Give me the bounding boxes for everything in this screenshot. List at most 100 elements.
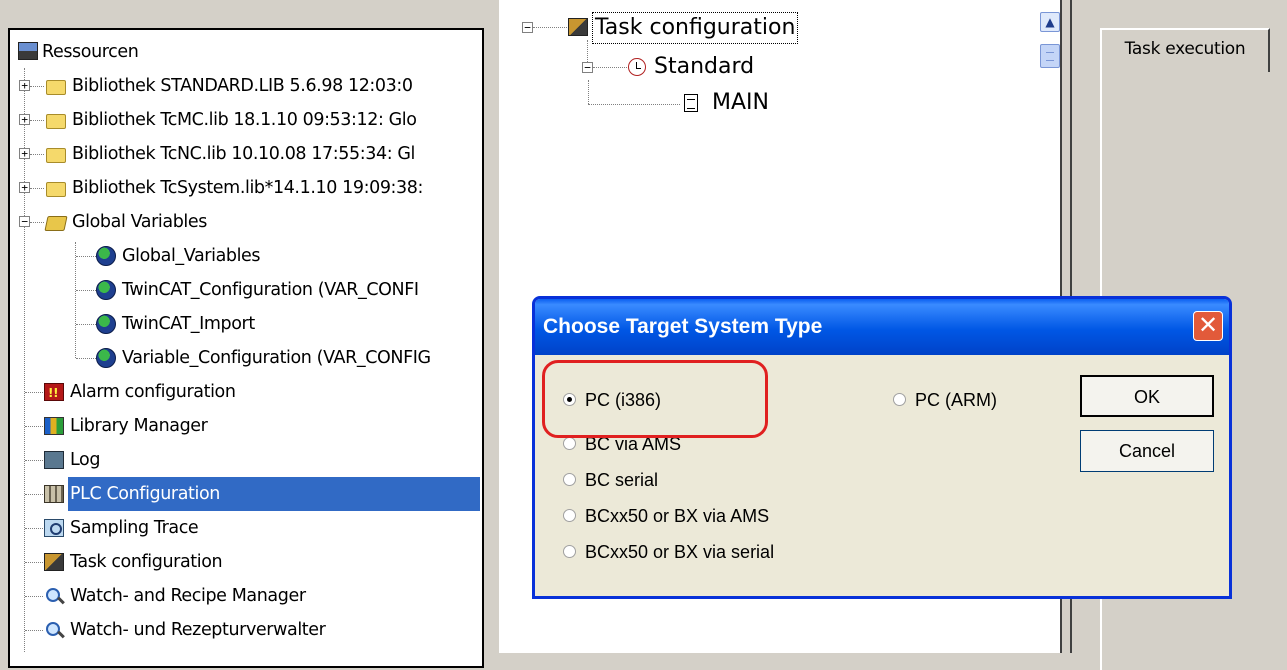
globe-icon bbox=[96, 246, 116, 266]
radio-bc-serial[interactable]: BC serial bbox=[563, 465, 783, 495]
tree-item-variable-configuration[interactable]: Variable_Configuration (VAR_CONFIG bbox=[10, 341, 480, 375]
tree-connector bbox=[76, 290, 96, 291]
ok-button[interactable]: OK bbox=[1080, 375, 1214, 417]
tab-task-execution[interactable]: Task execution bbox=[1100, 28, 1270, 72]
tree-connector bbox=[25, 392, 43, 393]
tree-item-label: Library Manager bbox=[70, 416, 208, 436]
document-icon bbox=[684, 94, 698, 112]
folder-icon bbox=[46, 114, 66, 129]
folder-icon bbox=[46, 80, 66, 95]
tree-item-label: Log bbox=[70, 450, 101, 470]
highlight-annotation bbox=[542, 360, 768, 438]
globe-icon bbox=[96, 280, 116, 300]
tree-connector bbox=[588, 80, 589, 104]
tree-item-label: TwinCAT_Import bbox=[122, 314, 255, 334]
collapse-icon[interactable]: − bbox=[582, 62, 593, 73]
expand-icon[interactable]: + bbox=[19, 148, 30, 159]
tree-item-label: Bibliothek TcMC.lib 18.1.10 09:53:12: Gl… bbox=[72, 110, 417, 130]
tree-item-alarm-configuration[interactable]: Alarm configuration bbox=[10, 375, 480, 410]
plc-configuration-icon bbox=[44, 485, 64, 503]
tree-connector bbox=[76, 358, 96, 359]
tree-item-library-tcmc[interactable]: + Bibliothek TcMC.lib 18.1.10 09:53:12: … bbox=[10, 103, 480, 137]
tree-connector bbox=[25, 426, 43, 427]
log-icon bbox=[44, 451, 64, 469]
close-icon[interactable]: ✕ bbox=[1193, 311, 1223, 341]
tree-item-label: Watch- und Rezepturverwalter bbox=[70, 620, 326, 640]
radio-button[interactable] bbox=[563, 509, 576, 522]
tree-connector bbox=[30, 188, 44, 189]
expand-icon[interactable]: + bbox=[19, 182, 30, 193]
tree-connector bbox=[593, 67, 627, 68]
radio-button[interactable] bbox=[563, 545, 576, 558]
tree-item-label: Bibliothek TcNC.lib 10.10.08 17:55:34: G… bbox=[72, 144, 415, 164]
tree-item-label: Task configuration bbox=[70, 552, 223, 572]
radio-button[interactable] bbox=[893, 393, 906, 406]
magnifier-icon bbox=[44, 621, 64, 639]
radio-pc-arm[interactable]: PC (ARM) bbox=[893, 385, 1053, 415]
tree-item-label: Global Variables bbox=[72, 212, 207, 232]
tree-connector bbox=[76, 324, 96, 325]
tree-connector bbox=[25, 494, 43, 495]
scroll-up-icon[interactable]: ▲ bbox=[1040, 12, 1060, 32]
tree-item-label: Alarm configuration bbox=[70, 382, 236, 402]
expand-icon[interactable]: + bbox=[19, 80, 30, 91]
tree-item-plc-configuration[interactable]: PLC Configuration bbox=[10, 477, 480, 511]
task-tree-root-label: Task configuration bbox=[592, 12, 799, 44]
radio-label: BCxx50 or BX via serial bbox=[585, 542, 775, 562]
tree-connector bbox=[25, 562, 43, 563]
tree-root-label: Ressourcen bbox=[42, 42, 139, 62]
radio-bcxx50-via-serial[interactable]: BCxx50 or BX via serial bbox=[563, 537, 823, 567]
tree-root[interactable]: Ressourcen bbox=[10, 35, 480, 69]
tree-item-library-manager[interactable]: Library Manager bbox=[10, 409, 480, 443]
tree-item-log[interactable]: Log bbox=[10, 443, 480, 477]
splitter[interactable] bbox=[492, 0, 500, 653]
globe-icon bbox=[96, 314, 116, 334]
radio-button[interactable] bbox=[563, 437, 576, 450]
tree-connector bbox=[588, 104, 680, 105]
tree-connector bbox=[25, 596, 43, 597]
tree-item-twincat-import[interactable]: TwinCAT_Import bbox=[10, 307, 480, 341]
tree-item-label: Bibliothek STANDARD.LIB 5.6.98 12:03:0 bbox=[72, 76, 413, 96]
tree-item-twincat-configuration[interactable]: TwinCAT_Configuration (VAR_CONFI bbox=[10, 273, 480, 307]
tree-item-library-standard[interactable]: + Bibliothek STANDARD.LIB 5.6.98 12:03:0 bbox=[10, 69, 480, 103]
magnifier-icon bbox=[44, 587, 64, 605]
tree-item-watch-rezepturverwalter[interactable]: Watch- und Rezepturverwalter bbox=[10, 613, 480, 647]
scrollbar-thumb[interactable] bbox=[1040, 44, 1060, 68]
tree-connector bbox=[25, 630, 43, 631]
task-tree-standard-label: Standard bbox=[654, 54, 755, 79]
tree-item-label: Watch- and Recipe Manager bbox=[70, 586, 306, 606]
tree-connector bbox=[30, 120, 44, 121]
tree-item-sampling-trace[interactable]: Sampling Trace bbox=[10, 511, 480, 545]
tree-item-global-variables-folder[interactable]: − Global Variables bbox=[10, 205, 480, 239]
tree-item-label: Variable_Configuration (VAR_CONFIG bbox=[122, 348, 431, 368]
collapse-icon[interactable]: − bbox=[522, 22, 533, 33]
tree-item-label: Bibliothek TcSystem.lib*14.1.10 19:09:38… bbox=[72, 178, 424, 198]
tree-item-task-configuration[interactable]: Task configuration bbox=[10, 545, 480, 579]
tree-connector bbox=[30, 86, 44, 87]
tree-item-library-tcnc[interactable]: + Bibliothek TcNC.lib 10.10.08 17:55:34:… bbox=[10, 137, 480, 171]
tree-connector bbox=[25, 528, 43, 529]
tree-connector bbox=[76, 256, 96, 257]
radio-label: BCxx50 or BX via AMS bbox=[585, 506, 770, 526]
tree-item-global-variables[interactable]: Global_Variables bbox=[10, 239, 480, 273]
radio-button[interactable] bbox=[563, 473, 576, 486]
expand-icon[interactable]: + bbox=[19, 114, 30, 125]
tree-item-library-tcsystem[interactable]: + Bibliothek TcSystem.lib*14.1.10 19:09:… bbox=[10, 171, 480, 205]
dialog-title: Choose Target System Type bbox=[535, 299, 1229, 355]
library-manager-icon bbox=[44, 417, 64, 435]
resources-tree[interactable]: Ressourcen + Bibliothek STANDARD.LIB 5.6… bbox=[8, 28, 484, 668]
radio-bcxx50-via-ams[interactable]: BCxx50 or BX via AMS bbox=[563, 501, 823, 531]
alarm-icon bbox=[44, 376, 64, 410]
tree-item-label: Global_Variables bbox=[122, 246, 261, 266]
collapse-icon[interactable]: − bbox=[19, 216, 30, 227]
tree-item-watch-recipe-manager[interactable]: Watch- and Recipe Manager bbox=[10, 579, 480, 613]
tree-connector bbox=[30, 222, 44, 223]
task-configuration-icon bbox=[44, 553, 64, 571]
sampling-trace-icon bbox=[44, 519, 64, 537]
globe-icon bbox=[96, 348, 116, 368]
tree-connector bbox=[25, 460, 43, 461]
open-folder-icon bbox=[44, 216, 68, 231]
radio-label: PC (ARM) bbox=[915, 390, 997, 410]
cancel-button[interactable]: Cancel bbox=[1080, 430, 1214, 472]
resources-icon bbox=[18, 42, 38, 60]
